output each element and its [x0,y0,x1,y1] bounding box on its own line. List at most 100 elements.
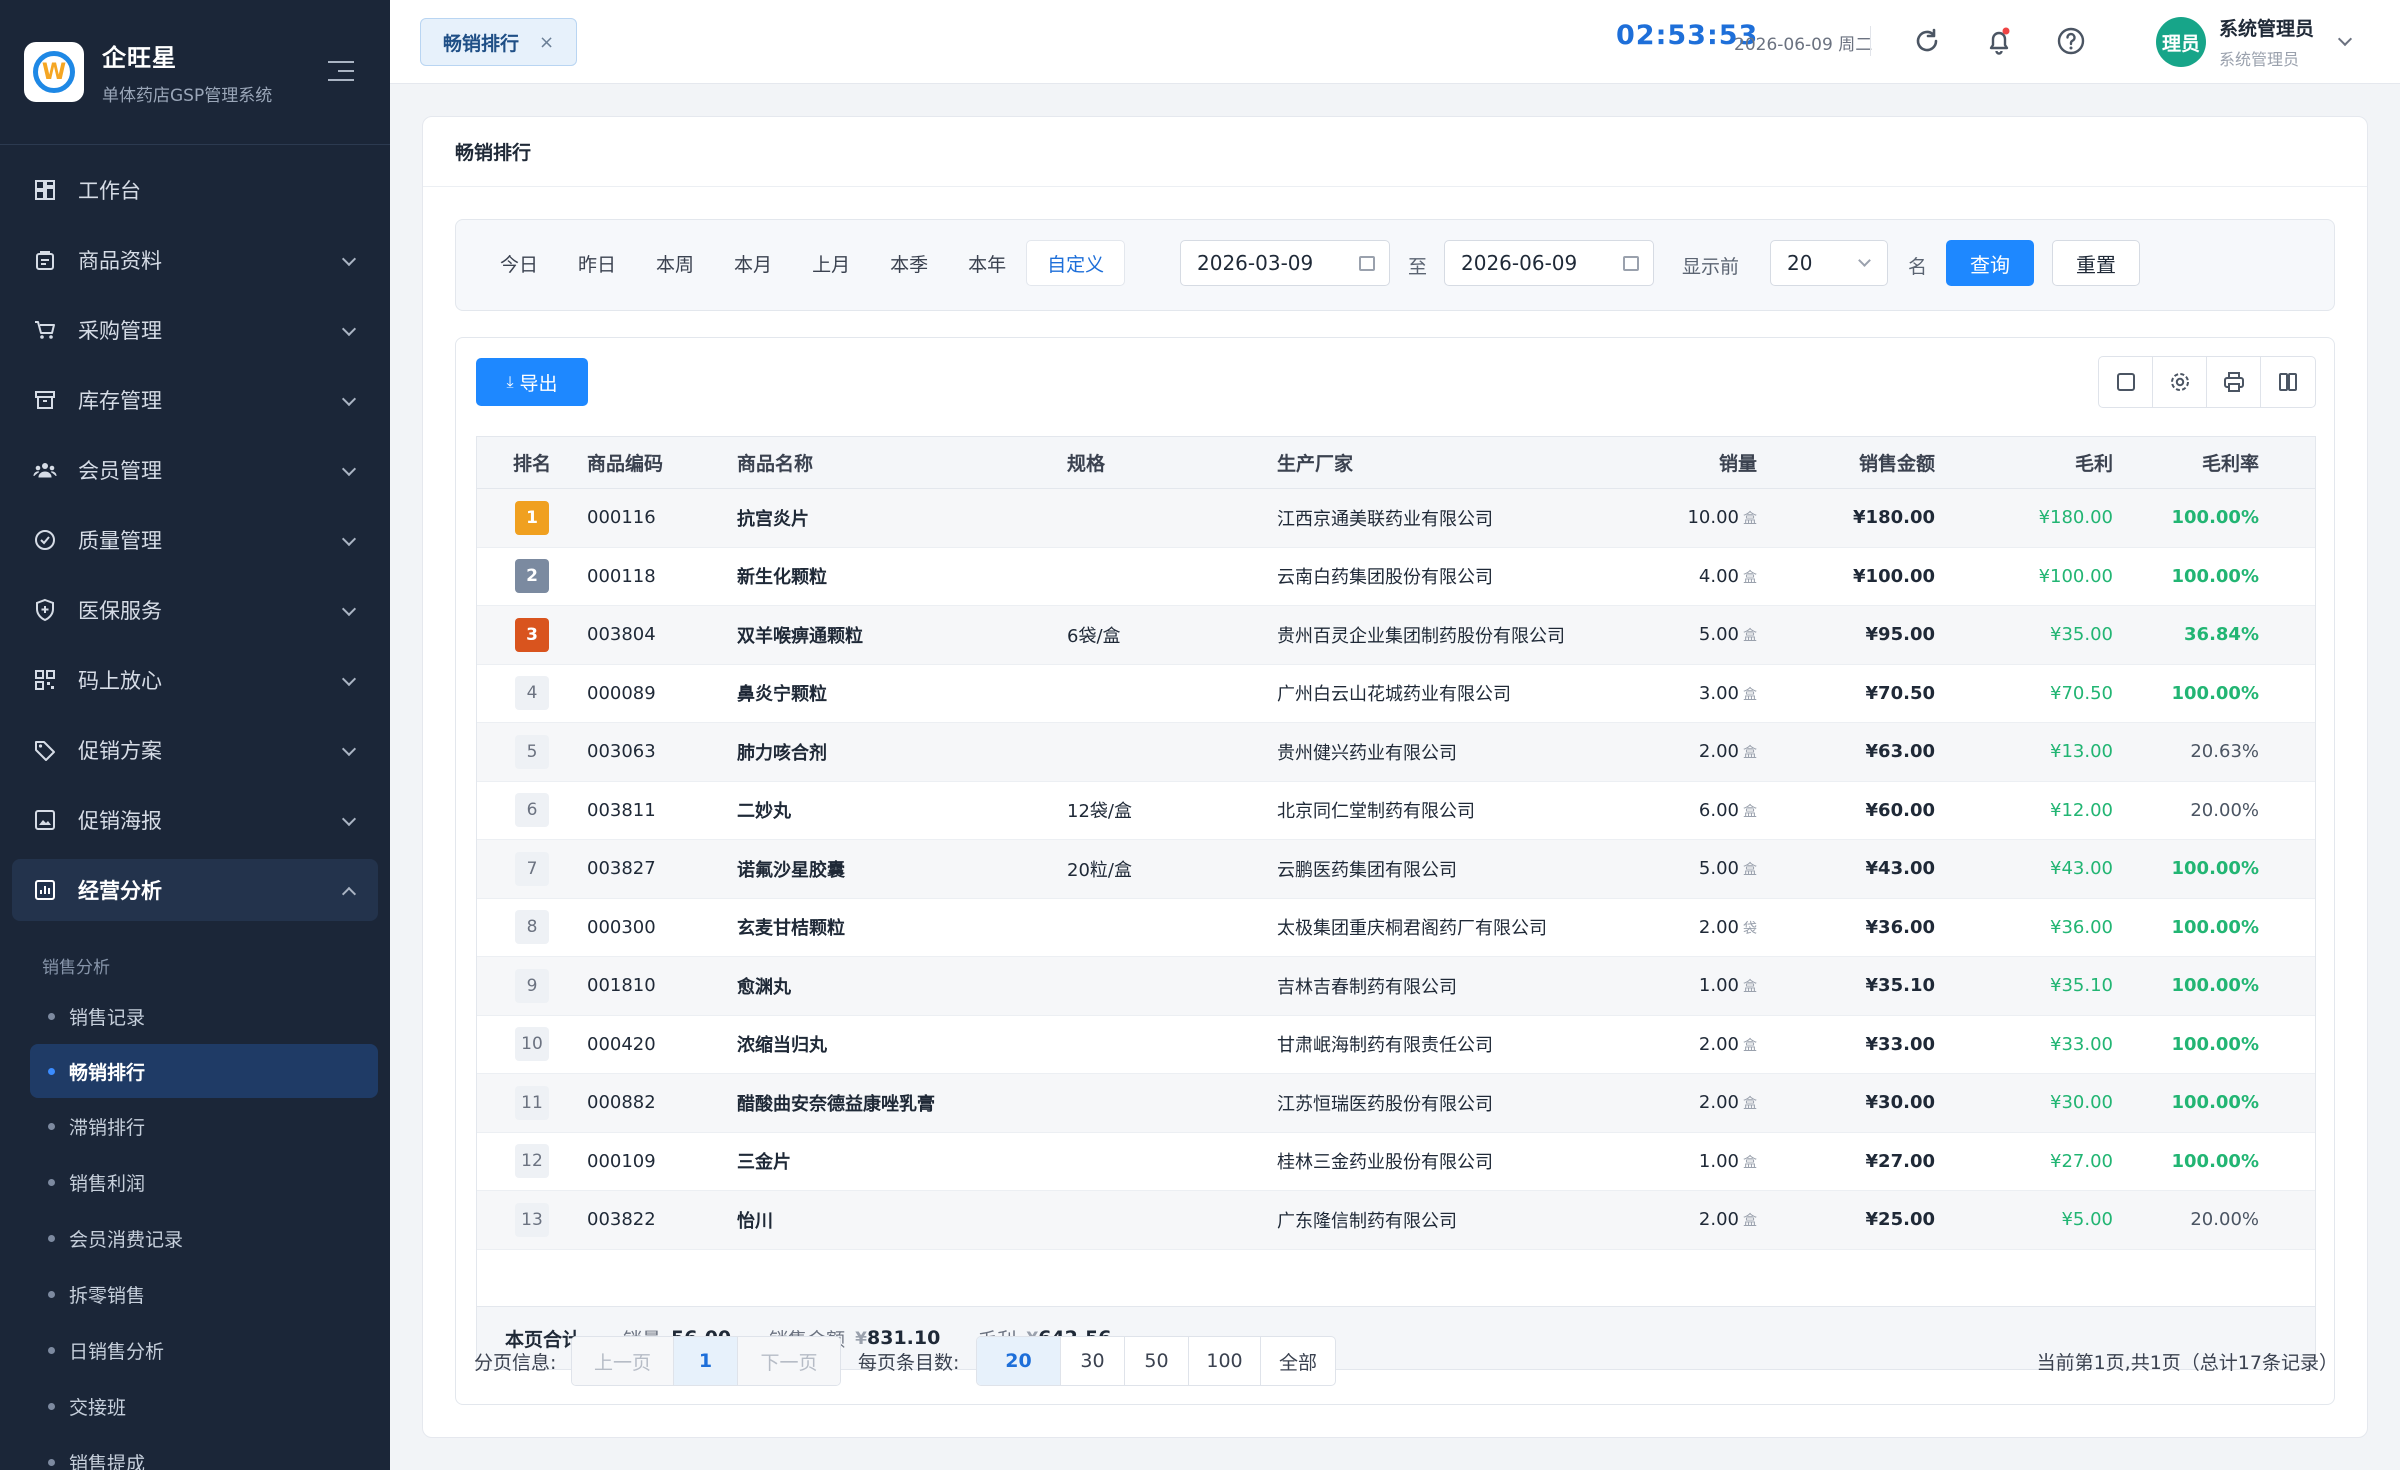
bell-icon[interactable] [1982,24,2016,58]
amount-cell: ¥63.00 [1865,741,1935,763]
user-dropdown-chevron-icon[interactable] [2337,31,2353,47]
export-button[interactable]: ⤓ 导出 [476,358,588,406]
page-size-option-4[interactable]: 100 [1189,1337,1261,1385]
sidebar-item-11[interactable]: 经营分析 [12,859,378,921]
period-option-2[interactable]: 昨日 [558,240,636,286]
cart-icon [32,317,58,343]
sidebar-item-6[interactable]: 质量管理 [0,505,390,575]
rank-cell: 8 [477,910,587,945]
submenu-item-8[interactable]: 交接班 [0,1378,390,1434]
qty-value: 1.00 [1698,1150,1739,1172]
brand-title: 企旺星 [102,44,177,72]
sidebar-item-3[interactable]: 采购管理 [0,295,390,365]
code-cell: 003822 [587,1209,656,1231]
print-icon[interactable] [2207,357,2261,407]
rank-badge: 10 [515,1027,549,1062]
submenu-item-7[interactable]: 日销售分析 [0,1322,390,1378]
main-card: 畅销排行 今日 昨日 本周 本月 上月 本季 本年 自定义 2026-03-09 至 2026… [422,116,2368,1438]
table-row[interactable]: 10 000420 浓缩当归丸 甘肃岷海制药有限责任公司 2.00 盒 ¥33.00 ¥33.… [477,1016,2315,1074]
sidebar-item-10[interactable]: 促销海报 [0,785,390,855]
table-row[interactable]: 7 003827 诺氟沙星胶囊 20粒/盒 云鹏医药集团有限公司 5.00 盒 ¥43.00 ¥… [477,840,2315,899]
fullscreen-icon[interactable] [2099,357,2153,407]
submenu-item-2[interactable]: 畅销排行 [30,1044,378,1098]
user-name[interactable]: 系统管理员 [2219,14,2314,41]
table-row[interactable]: 8 000300 玄麦甘桔颗粒 太极集团重庆桐君阁药厂有限公司 2.00 袋 ¥36.00 ¥… [477,899,2315,957]
period-option-5[interactable]: 上月 [792,240,870,286]
analytics-icon [32,877,58,903]
sidebar: W 企旺星 单体药店GSP管理系统 工作台 商品资料 采购管理 库存管理 会员管理 质量管… [0,0,390,1470]
submenu-item-label: 日销售分析 [69,1340,165,1363]
settings-gear-icon[interactable] [2153,357,2207,407]
chevron-down-icon [341,531,357,547]
tab-close-icon[interactable]: × [539,32,554,53]
submenu-item-5[interactable]: 会员消费记录 [0,1210,390,1266]
column-header-4[interactable]: 规格 [1067,449,1277,476]
table-row[interactable]: 2 000118 新生化颗粒 云南白药集团股份有限公司 4.00 盒 ¥100.00 ¥100… [477,548,2315,606]
submenu-item-4[interactable]: 销售利润 [0,1154,390,1210]
sidebar-item-9[interactable]: 促销方案 [0,715,390,785]
submenu-item-3[interactable]: 滞销排行 [0,1098,390,1154]
end-date-input[interactable]: 2026-06-09 [1444,240,1654,286]
column-header-9[interactable]: 毛利率 [2113,449,2265,476]
table-row[interactable]: 12 000109 三金片 桂林三金药业股份有限公司 1.00 盒 ¥27.00 ¥27.00… [477,1133,2315,1191]
chevron-down-icon [1858,254,1871,267]
code-cell: 003804 [587,624,656,646]
start-date-input[interactable]: 2026-03-09 [1180,240,1390,286]
profit-cell: ¥30.00 [2050,1092,2113,1114]
table-row[interactable]: 4 000089 鼻炎宁颗粒 广州白云山花城药业有限公司 3.00 盒 ¥70.50 ¥70.… [477,665,2315,723]
submenu-item-1[interactable]: 销售记录 [0,988,390,1044]
rank-cell: 11 [477,1085,587,1120]
sidebar-item-8[interactable]: 码上放心 [0,645,390,715]
refresh-icon[interactable] [1910,24,1944,58]
period-option-1[interactable]: 今日 [480,240,558,286]
prev-page-button[interactable]: 上一页 [572,1337,674,1385]
qty-unit: 盒 [1743,569,1757,586]
tab-bestseller-ranking[interactable]: 畅销排行 × [420,18,578,66]
table-row[interactable]: 13 003822 怡川 广东隆信制药有限公司 2.00 盒 ¥25.00 ¥5.00 20.0… [477,1191,2315,1250]
period-option-6[interactable]: 本季 [870,240,948,286]
table-row[interactable]: 3 003804 双羊喉痹通颗粒 6袋/盒 贵州百灵企业集团制药股份有限公司 5.00 盒 ¥… [477,606,2315,665]
table-row[interactable]: 1 000116 抗宫炎片 江西京通美联药业有限公司 10.00 盒 ¥180.00 ¥180… [477,489,2315,548]
column-header-1[interactable]: 排名 [477,449,587,476]
page-size-option-3[interactable]: 50 [1125,1337,1189,1385]
sidebar-item-7[interactable]: 医保服务 [0,575,390,645]
period-option-8[interactable]: 自定义 [1026,240,1126,286]
period-option-3[interactable]: 本周 [636,240,714,286]
user-avatar[interactable]: 理员 [2156,17,2206,67]
reset-button[interactable]: 重置 [2052,240,2140,286]
column-header-5[interactable]: 生产厂家 [1277,449,1577,476]
column-header-7[interactable]: 销售金额 [1757,449,1935,476]
table-row[interactable]: 9 001810 愈渊丸 吉林吉春制药有限公司 1.00 盒 ¥35.10 ¥35.10 100… [477,957,2315,1016]
submenu-item-6[interactable]: 拆零销售 [0,1266,390,1322]
column-header-3[interactable]: 商品名称 [737,449,1067,476]
next-page-button[interactable]: 下一页 [738,1337,840,1385]
table-row[interactable]: 5 003063 肺力咳合剂 贵州健兴药业有限公司 2.00 盒 ¥63.00 ¥13.00 2… [477,723,2315,782]
column-header-8[interactable]: 毛利 [1935,449,2113,476]
chevron-down-icon [341,391,357,407]
page-1-button[interactable]: 1 [674,1337,738,1385]
period-option-7[interactable]: 本年 [948,240,1026,286]
manufacturer-cell: 江西京通美联药业有限公司 [1277,508,1493,530]
page-size-option-1[interactable]: 20 [977,1337,1061,1385]
period-option-4[interactable]: 本月 [714,240,792,286]
sidebar-item-1[interactable]: 工作台 [0,155,390,225]
top-n-select[interactable]: 20 [1770,240,1888,286]
name-cell: 二妙丸 [737,801,791,823]
collapse-menu-icon[interactable] [328,58,356,84]
help-icon[interactable] [2054,24,2088,58]
column-header-2[interactable]: 商品编码 [587,449,737,476]
sidebar-item-2[interactable]: 商品资料 [0,225,390,295]
column-header-6[interactable]: 销量 [1577,449,1757,476]
page-size-option-2[interactable]: 30 [1061,1337,1125,1385]
query-button[interactable]: 查询 [1946,240,2034,286]
sidebar-item-4[interactable]: 库存管理 [0,365,390,435]
columns-icon[interactable] [2261,357,2315,407]
table-row[interactable]: 11 000882 醋酸曲安奈德益康唑乳膏 江苏恒瑞医药股份有限公司 2.00 盒 ¥30.… [477,1074,2315,1133]
page-size-option-5[interactable]: 全部 [1261,1337,1335,1385]
submenu-item-9[interactable]: 销售提成 [0,1434,390,1470]
sidebar-item-5[interactable]: 会员管理 [0,435,390,505]
top-n-suffix: 名 [1908,256,1928,278]
bullet-dot-icon [48,1122,55,1130]
table-row[interactable]: 6 003811 二妙丸 12袋/盒 北京同仁堂制药有限公司 6.00 盒 ¥60.00 ¥12… [477,782,2315,840]
code-cell: 001810 [587,975,656,997]
